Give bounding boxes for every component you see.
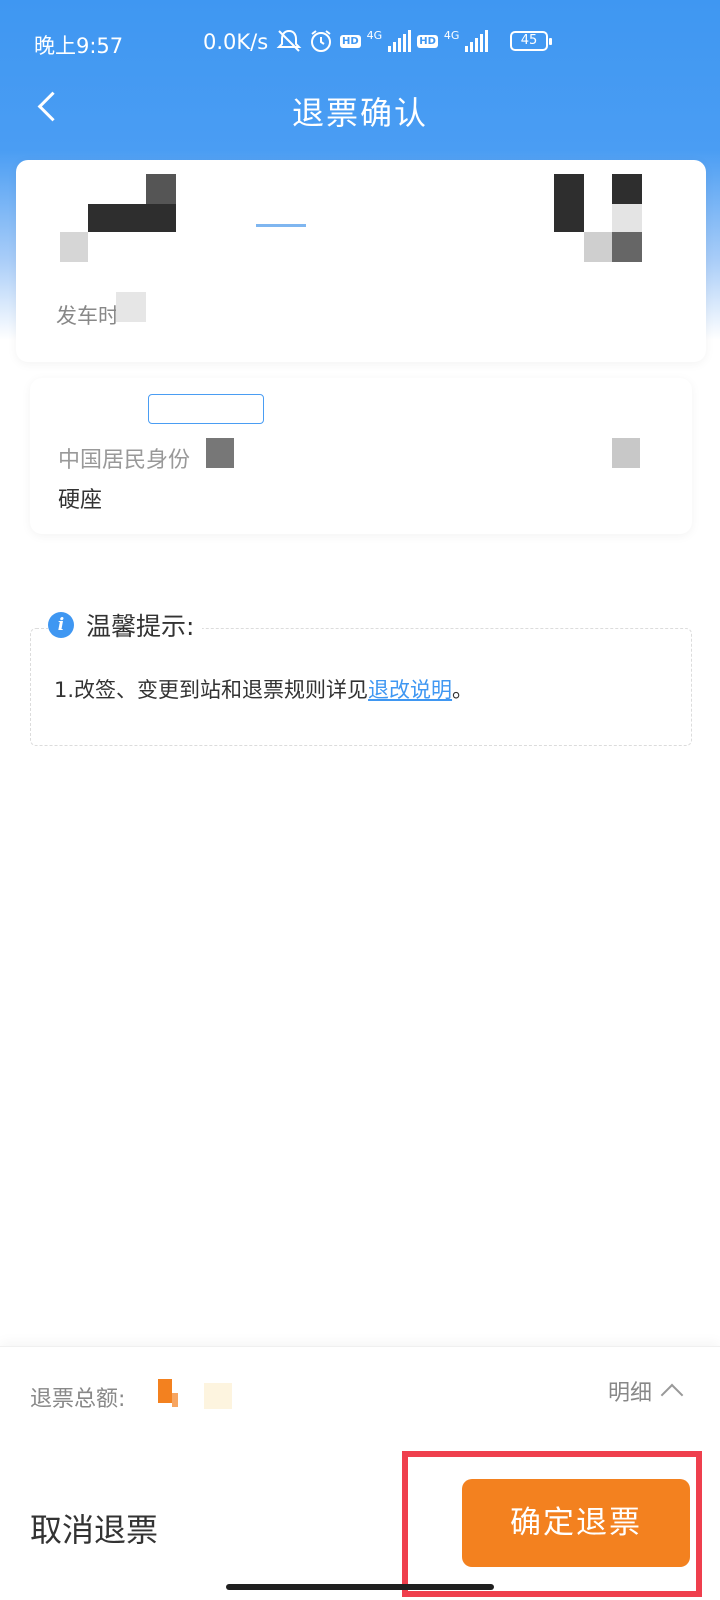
tips-header: i 温馨提示: (48, 607, 203, 643)
redaction-mask (206, 438, 234, 468)
info-icon: i (48, 612, 74, 638)
bottom-action-sheet: 退票总额: 明细 取消退票 确定退票 (0, 1346, 720, 1600)
refund-total-label: 退票总额: (30, 1387, 126, 1412)
redaction-mask (554, 174, 584, 232)
redaction-mask (88, 204, 176, 232)
hd-icon: HD (340, 34, 361, 48)
refund-rules-link[interactable]: 退改说明 (368, 678, 452, 702)
redaction-mask (146, 174, 176, 204)
bell-off-icon (276, 29, 302, 52)
network-type-label: 4G (366, 28, 383, 42)
detail-toggle-button[interactable]: 明细 (607, 1375, 684, 1407)
status-time: 晚上9:57 (34, 34, 124, 58)
refund-amount-redacted (158, 1375, 238, 1411)
alarm-icon (311, 30, 331, 52)
redaction-mask (584, 232, 612, 262)
passenger-type-tag (148, 394, 264, 424)
redaction-mask (612, 204, 642, 232)
redaction-mask (116, 292, 146, 322)
network-speed: 0.0K/s (203, 30, 269, 54)
tips-text-prefix: 1.改签、变更到站和退票规则详见 (54, 678, 369, 702)
redaction-mask (60, 232, 88, 262)
trip-card: 发车时 (16, 160, 706, 362)
chevron-up-icon (660, 1383, 684, 1407)
tips-title: 温馨提示: (86, 612, 195, 641)
passenger-card: 中国居民身份 硬座 (30, 378, 692, 534)
id-type-label: 中国居民身份 (58, 448, 191, 473)
tips-text-suffix: 。 (452, 678, 474, 702)
cancel-refund-button[interactable]: 取消退票 (30, 1505, 158, 1551)
nav-bar: 退票确认 (0, 86, 720, 146)
battery-icon: 45 (510, 31, 552, 51)
redaction-mask (612, 438, 640, 468)
redaction-mask (612, 232, 642, 262)
depart-time-label: 发车时 (56, 304, 119, 328)
signal-icon (388, 30, 412, 52)
highlight-box (402, 1451, 702, 1597)
home-indicator[interactable] (226, 1584, 494, 1590)
tips-text: 1.改签、变更到站和退票规则详见退改说明。 (54, 674, 473, 704)
signal-icon-2 (465, 30, 489, 52)
detail-label: 明细 (607, 1381, 652, 1406)
status-bar: 晚上9:57 0.0K/s HD 4G HD 4G 45 (0, 0, 720, 86)
network-type-label-2: 4G (443, 28, 460, 42)
route-line (256, 224, 306, 227)
redaction-mask (612, 174, 642, 204)
hd-icon-2: HD (417, 34, 438, 48)
status-icons: HD 4G HD 4G (276, 28, 489, 54)
seat-type-label: 硬座 (58, 488, 103, 513)
page-title: 退票确认 (291, 94, 428, 132)
